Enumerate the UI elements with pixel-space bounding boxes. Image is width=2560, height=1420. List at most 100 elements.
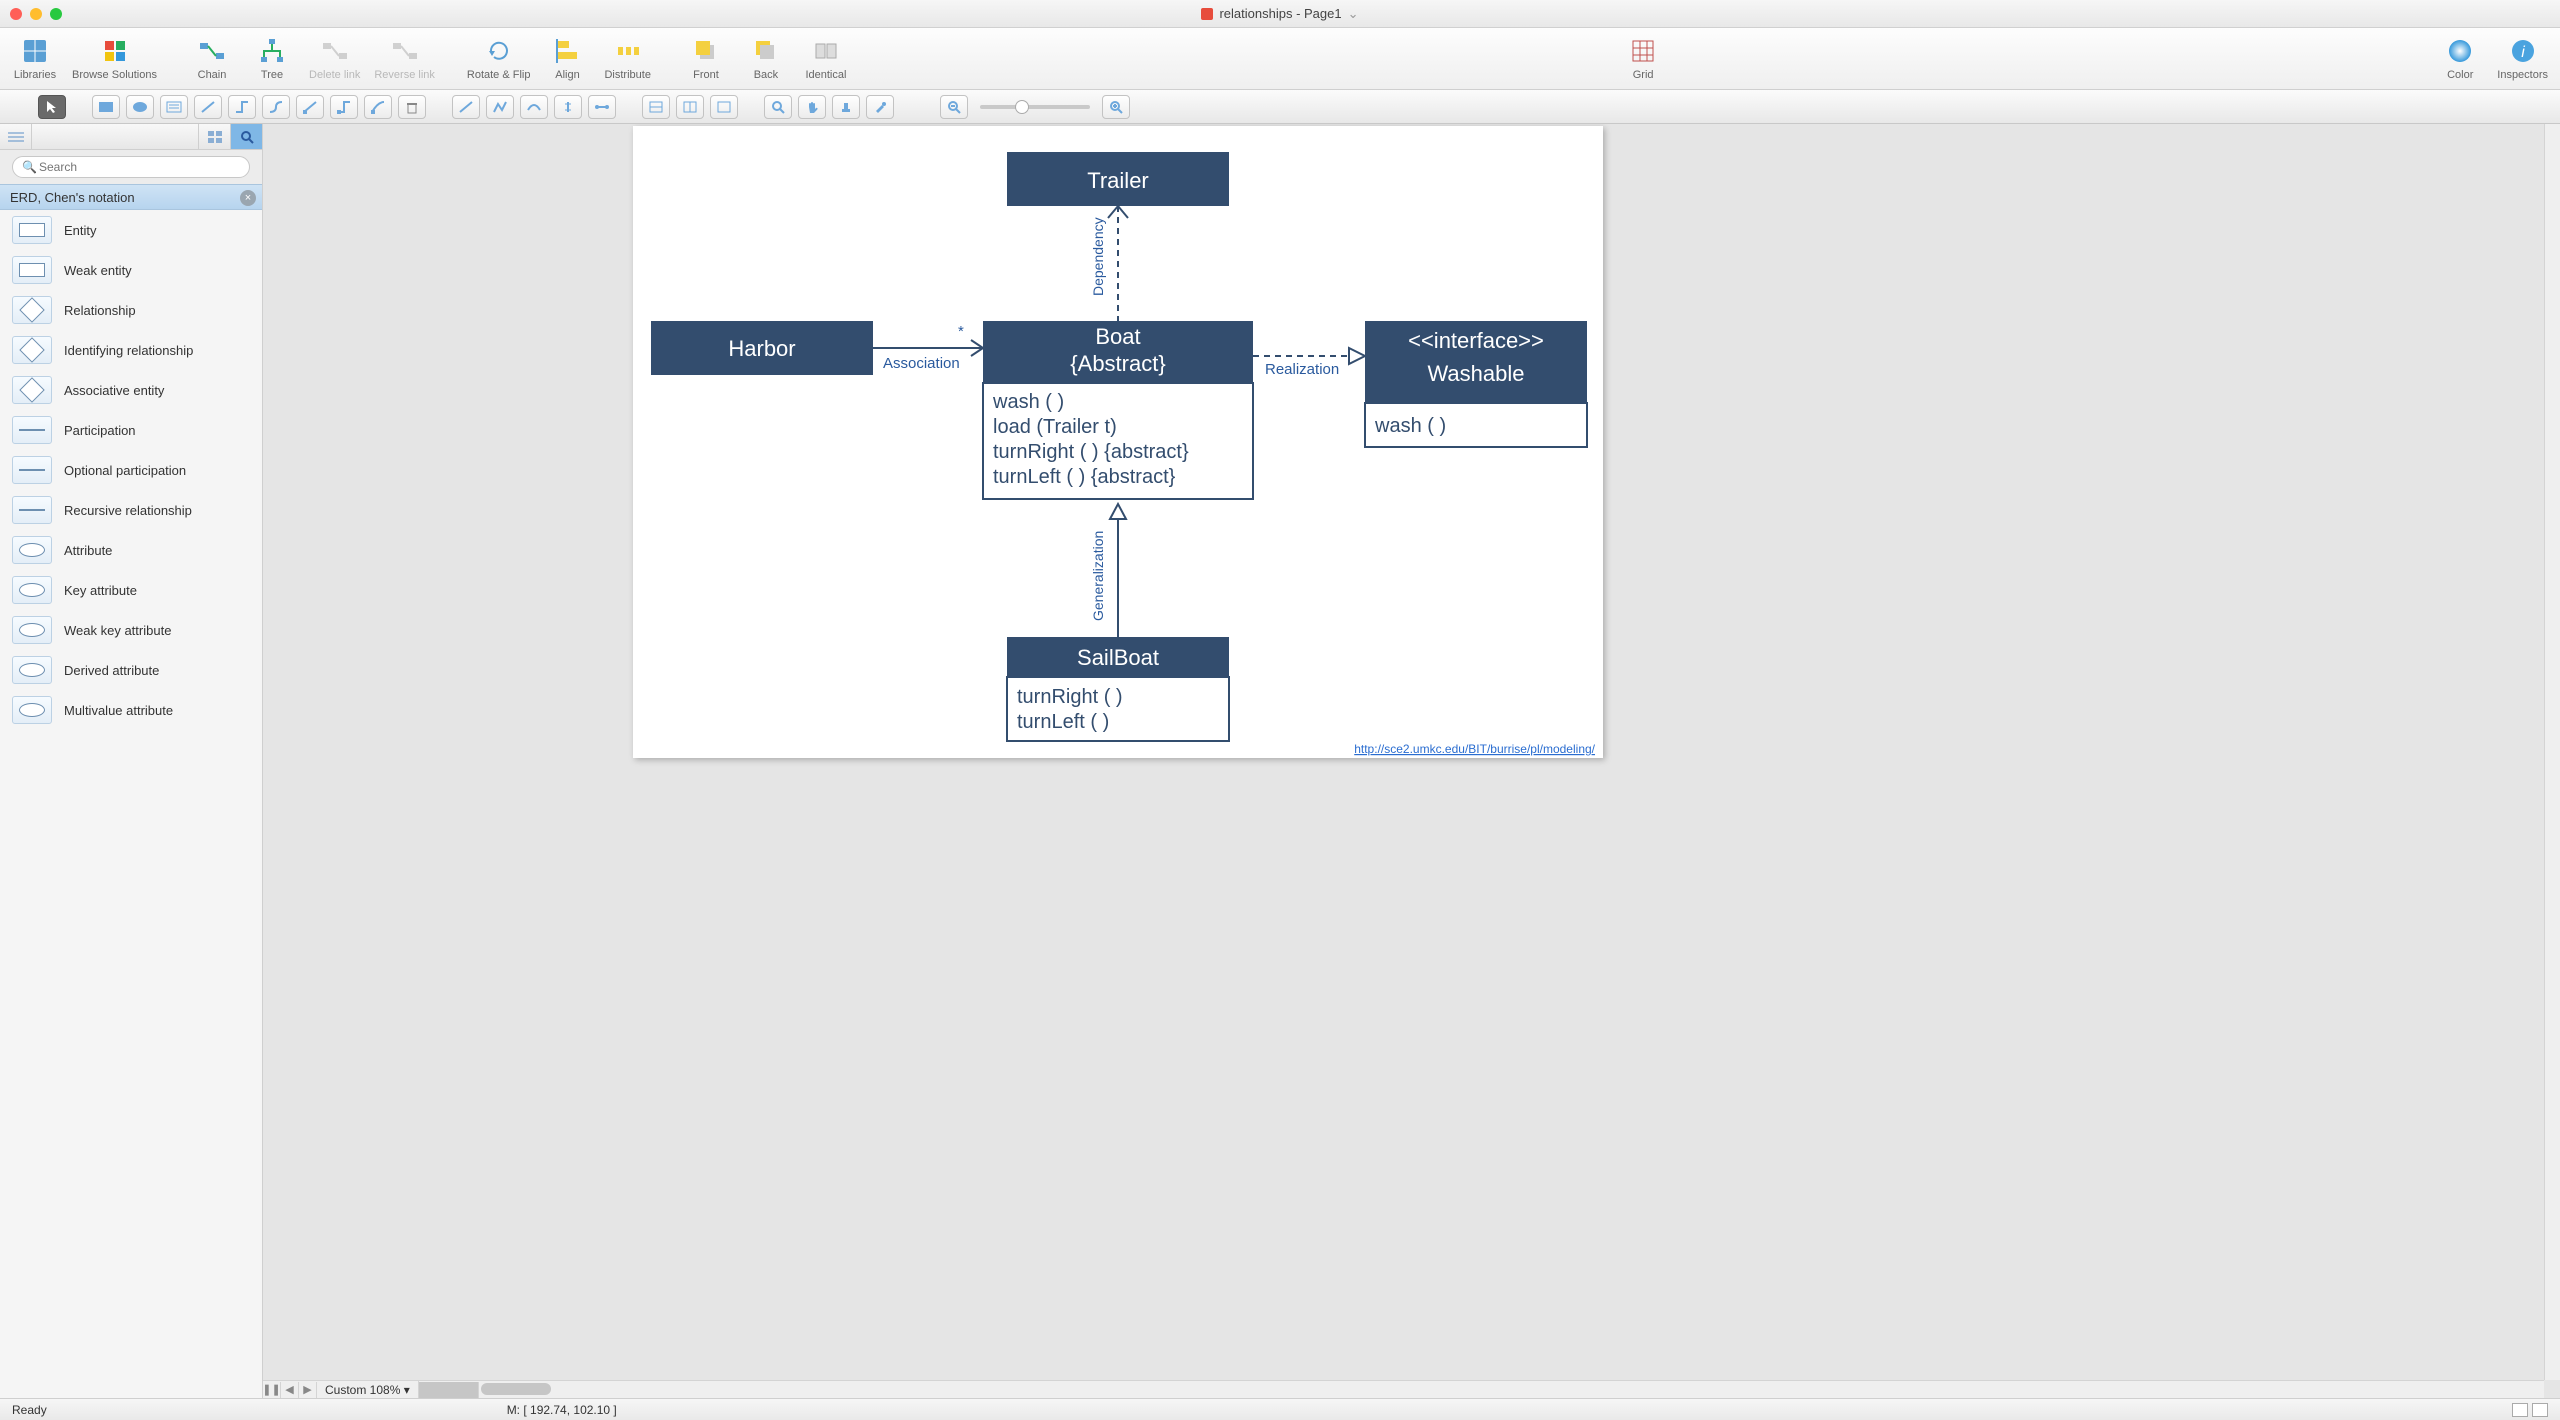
delete-tool[interactable] [398, 95, 426, 119]
svg-text:Realization: Realization [1265, 361, 1339, 378]
ellipse-tool[interactable] [126, 95, 154, 119]
line-tool-2[interactable] [486, 95, 514, 119]
zoom-label[interactable]: Custom 108% ▾ [317, 1381, 419, 1398]
close-library-icon[interactable]: × [240, 190, 256, 206]
align-button[interactable]: Align [544, 37, 590, 81]
shape-item[interactable]: Derived attribute [0, 650, 262, 690]
minimize-icon[interactable] [30, 8, 42, 20]
shape-label: Optional participation [64, 463, 186, 478]
svg-text:Trailer: Trailer [1087, 168, 1149, 193]
shape-label: Relationship [64, 303, 136, 318]
pagebar-prev-icon[interactable]: ◀ [281, 1382, 299, 1398]
svg-text:Generalization: Generalization [1090, 531, 1106, 621]
stamp-tool[interactable] [832, 95, 860, 119]
shape-thumb-icon [12, 256, 52, 284]
color-button[interactable]: Color [2437, 37, 2483, 81]
zoom-slider[interactable] [980, 105, 1090, 109]
close-icon[interactable] [10, 8, 22, 20]
document-icon [1201, 8, 1213, 20]
line-tool-3[interactable] [520, 95, 548, 119]
status-mini-icon-1[interactable] [2512, 1403, 2528, 1417]
canvas[interactable]: Trailer Dependency Harbor * Association … [263, 124, 2560, 1398]
shape-thumb-icon [12, 616, 52, 644]
shape-item[interactable]: Associative entity [0, 370, 262, 410]
eyedropper-tool[interactable] [866, 95, 894, 119]
zoom-in-button[interactable] [1102, 95, 1130, 119]
line-tool-5[interactable] [588, 95, 616, 119]
shape-item[interactable]: Identifying relationship [0, 330, 262, 370]
shape-label: Recursive relationship [64, 503, 192, 518]
shape-label: Associative entity [64, 383, 164, 398]
main-toolbar: Libraries Browse Solutions Chain Tree De… [0, 28, 2560, 90]
rect-tool[interactable] [92, 95, 120, 119]
maximize-icon[interactable] [50, 8, 62, 20]
shape-item[interactable]: Optional participation [0, 450, 262, 490]
browse-solutions-button[interactable]: Browse Solutions [72, 37, 157, 81]
diagram-page[interactable]: Trailer Dependency Harbor * Association … [633, 126, 1603, 758]
identical-button[interactable]: Identical [803, 37, 849, 81]
connector-tool-1[interactable] [194, 95, 222, 119]
text-tool[interactable] [160, 95, 188, 119]
shape-label: Entity [64, 223, 97, 238]
sidebar-search-icon[interactable] [230, 124, 262, 149]
hand-tool[interactable] [798, 95, 826, 119]
libraries-button[interactable]: Libraries [12, 37, 58, 81]
shape-item[interactable]: Participation [0, 410, 262, 450]
svg-text:Boat: Boat [1095, 324, 1140, 349]
line-tool-1[interactable] [452, 95, 480, 119]
search-input[interactable] [12, 156, 250, 178]
shape-item[interactable]: Weak key attribute [0, 610, 262, 650]
delete-link-button[interactable]: Delete link [309, 37, 360, 81]
rotate-flip-button[interactable]: Rotate & Flip [467, 37, 531, 81]
status-bar: Ready M: [ 192.74, 102.10 ] [0, 1398, 2560, 1420]
line-tool-4[interactable] [554, 95, 582, 119]
shape-thumb-icon [12, 456, 52, 484]
front-button[interactable]: Front [683, 37, 729, 81]
reverse-link-button[interactable]: Reverse link [374, 37, 435, 81]
shape-label: Multivalue attribute [64, 703, 173, 718]
connector-tool-3[interactable] [262, 95, 290, 119]
zoom-tool[interactable] [764, 95, 792, 119]
shape-item[interactable]: Attribute [0, 530, 262, 570]
pointer-tool[interactable] [38, 95, 66, 119]
svg-text:load (Trailer t): load (Trailer t) [993, 416, 1117, 438]
connector-tool-6[interactable] [364, 95, 392, 119]
chain-button[interactable]: Chain [189, 37, 235, 81]
distribute-button[interactable]: Distribute [604, 37, 650, 81]
zoom-out-button[interactable] [940, 95, 968, 119]
snap-tool-1[interactable] [642, 95, 670, 119]
connector-tool-2[interactable] [228, 95, 256, 119]
snap-tool-2[interactable] [676, 95, 704, 119]
shape-label: Weak entity [64, 263, 132, 278]
grid-button[interactable]: Grid [1620, 37, 1666, 81]
vertical-scrollbar[interactable] [2544, 124, 2560, 1380]
chevron-down-icon[interactable]: ⌄ [1348, 6, 1359, 22]
shape-item[interactable]: Multivalue attribute [0, 690, 262, 730]
tool-toolbar [0, 90, 2560, 124]
svg-text:turnRight ( ): turnRight ( ) [1017, 686, 1123, 708]
library-header[interactable]: ERD, Chen's notation × [0, 184, 262, 210]
svg-text:SailBoat: SailBoat [1077, 645, 1159, 670]
shape-item[interactable]: Weak entity [0, 250, 262, 290]
inspectors-button[interactable]: iInspectors [2497, 37, 2548, 81]
shape-label: Derived attribute [64, 663, 159, 678]
window-controls [10, 8, 62, 20]
shape-item[interactable]: Recursive relationship [0, 490, 262, 530]
svg-text:Dependency: Dependency [1090, 217, 1106, 296]
pagebar-next-icon[interactable]: ▶ [299, 1382, 317, 1398]
connector-tool-4[interactable] [296, 95, 324, 119]
back-button[interactable]: Back [743, 37, 789, 81]
shape-item[interactable]: Entity [0, 210, 262, 250]
sidebar-toggle-icon[interactable] [0, 124, 32, 149]
shape-item[interactable]: Relationship [0, 290, 262, 330]
horizontal-scrollbar[interactable]: ❚❚ ◀ ▶ Custom 108% ▾ [263, 1380, 2544, 1398]
tree-button[interactable]: Tree [249, 37, 295, 81]
svg-text:Association: Association [883, 355, 960, 372]
svg-text:wash ( ): wash ( ) [1374, 415, 1446, 437]
sidebar-grid-view-icon[interactable] [198, 124, 230, 149]
pagebar-pause-icon[interactable]: ❚❚ [263, 1382, 281, 1398]
connector-tool-5[interactable] [330, 95, 358, 119]
snap-tool-3[interactable] [710, 95, 738, 119]
status-mini-icon-2[interactable] [2532, 1403, 2548, 1417]
shape-item[interactable]: Key attribute [0, 570, 262, 610]
